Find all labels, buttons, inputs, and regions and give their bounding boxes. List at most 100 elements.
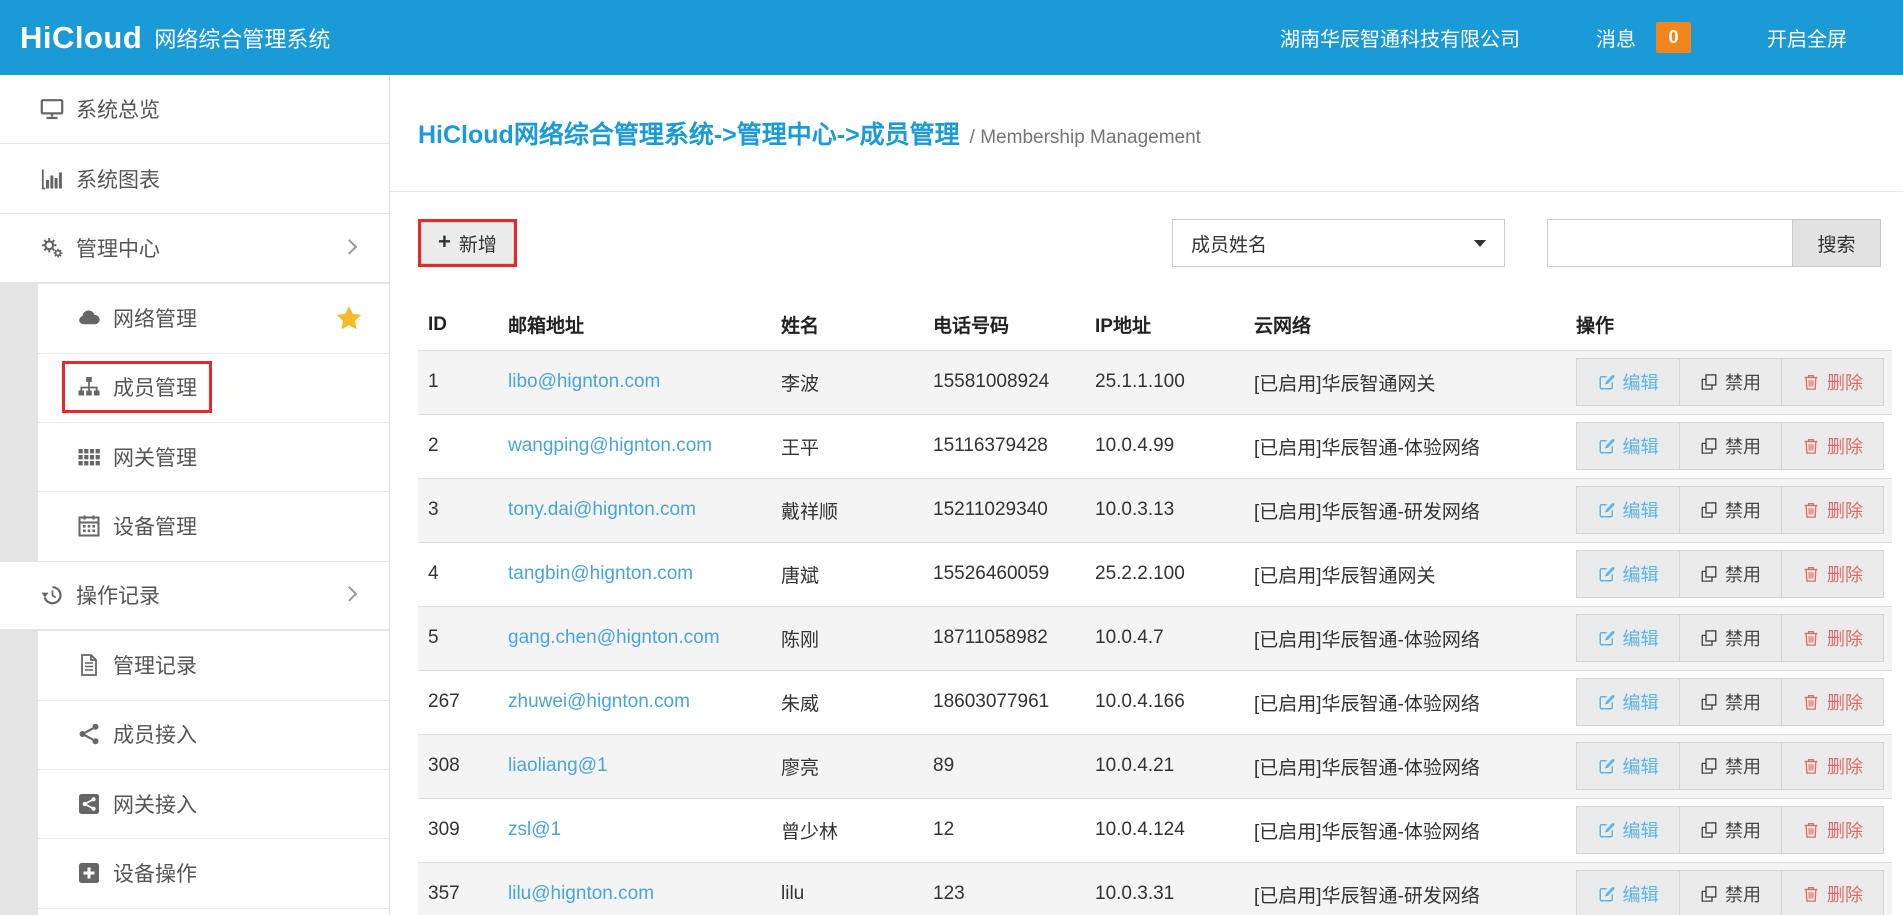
delete-button[interactable]: 删除 [1781, 807, 1883, 853]
search-input[interactable] [1547, 219, 1793, 267]
email-link[interactable]: zsl@1 [508, 819, 561, 840]
disable-button[interactable]: 禁用 [1679, 871, 1781, 915]
disable-button-label: 禁用 [1725, 369, 1761, 395]
disable-button-label: 禁用 [1725, 881, 1761, 907]
clone-icon [1700, 821, 1718, 839]
table-body: 1libo@hignton.com李波1558100892425.1.1.100… [418, 350, 1892, 915]
disable-button[interactable]: 禁用 [1679, 359, 1781, 405]
email-link[interactable]: zhuwei@hignton.com [508, 691, 690, 712]
sidebar-item-operation-records[interactable]: 操作记录 [0, 561, 389, 630]
user-icon [1250, 27, 1271, 48]
edit-icon [1598, 629, 1616, 647]
disable-button[interactable]: 禁用 [1679, 807, 1781, 853]
disable-button-label: 禁用 [1725, 497, 1761, 523]
cell-name: 王平 [771, 414, 923, 478]
email-link[interactable]: wangping@hignton.com [508, 435, 712, 456]
messages-menu[interactable]: 消息 0 [1566, 22, 1691, 53]
email-link[interactable]: gang.chen@hignton.com [508, 627, 720, 648]
sidebar-item-device-operations[interactable]: 设备操作 [0, 838, 389, 907]
clone-icon [1700, 629, 1718, 647]
disable-button-label: 禁用 [1725, 561, 1761, 587]
disable-button[interactable]: 禁用 [1679, 615, 1781, 661]
topbar-right: 湖南华辰智通科技有限公司 消息 0 开启全屏 [1250, 22, 1847, 53]
email-link[interactable]: lilu@hignton.com [508, 883, 654, 904]
add-button[interactable]: + 新增 [421, 222, 514, 264]
cell-phone: 15581008924 [923, 350, 1085, 414]
cell-network: [已启用]华辰智通-体验网络 [1244, 670, 1566, 734]
table-row: 2wangping@hignton.com王平1511637942810.0.4… [418, 414, 1892, 478]
edit-icon [1598, 437, 1616, 455]
chart-icon [40, 167, 64, 191]
sidebar-item-system-charts[interactable]: 系统图表 [0, 144, 389, 213]
disable-button[interactable]: 禁用 [1679, 743, 1781, 789]
clone-icon [1700, 885, 1718, 903]
edit-button[interactable]: 编辑 [1577, 487, 1679, 533]
delete-button[interactable]: 删除 [1781, 871, 1883, 915]
delete-button[interactable]: 删除 [1781, 487, 1883, 533]
delete-button[interactable]: 删除 [1781, 743, 1883, 789]
cell-id: 4 [418, 542, 498, 606]
edit-button[interactable]: 编辑 [1577, 743, 1679, 789]
cell-network: [已启用]华辰智通-体验网络 [1244, 414, 1566, 478]
edit-button[interactable]: 编辑 [1577, 807, 1679, 853]
cell-id: 357 [418, 862, 498, 915]
sidebar-item-device-management[interactable]: 设备管理 [0, 491, 389, 560]
cell-name: 曾少林 [771, 798, 923, 862]
email-link[interactable]: tony.dai@hignton.com [508, 499, 696, 520]
filter-select[interactable]: 成员姓名 [1172, 219, 1505, 267]
fullscreen-icon [1737, 27, 1758, 48]
cell-ip: 10.0.4.7 [1085, 606, 1244, 670]
sidebar-item-gateway-access[interactable]: 网关接入 [0, 769, 389, 838]
sidebar-item-gateway-management[interactable]: 网关管理 [0, 422, 389, 491]
delete-button[interactable]: 删除 [1781, 679, 1883, 725]
sidebar-item-system-overview[interactable]: 系统总览 [0, 75, 389, 144]
edit-button[interactable]: 编辑 [1577, 423, 1679, 469]
sidebar-item-inner: 设备操作 [62, 847, 212, 899]
fullscreen-toggle[interactable]: 开启全屏 [1737, 23, 1847, 52]
row-action-group: 编辑禁用删除 [1576, 806, 1884, 854]
delete-button[interactable]: 删除 [1781, 423, 1883, 469]
disable-button[interactable]: 禁用 [1679, 487, 1781, 533]
disable-button[interactable]: 禁用 [1679, 679, 1781, 725]
sidebar-item-member-management[interactable]: 成员管理 [0, 353, 389, 422]
edit-button-label: 编辑 [1623, 881, 1659, 907]
email-link[interactable]: tangbin@hignton.com [508, 563, 693, 584]
delete-button-label: 删除 [1827, 561, 1863, 587]
grid-icon [77, 445, 101, 469]
email-link[interactable]: liaoliang@1 [508, 755, 608, 776]
cell-actions: 编辑禁用删除 [1566, 798, 1892, 862]
cell-phone: 15116379428 [923, 414, 1085, 478]
edit-button[interactable]: 编辑 [1577, 551, 1679, 597]
edit-button[interactable]: 编辑 [1577, 359, 1679, 405]
sidebar-item-label: 设备操作 [113, 858, 197, 888]
delete-button[interactable]: 删除 [1781, 615, 1883, 661]
table-row: 5gang.chen@hignton.com陈刚1871105898210.0.… [418, 606, 1892, 670]
disable-button[interactable]: 禁用 [1679, 423, 1781, 469]
message-count-badge: 0 [1656, 22, 1691, 53]
delete-button[interactable]: 删除 [1781, 359, 1883, 405]
edit-button[interactable]: 编辑 [1577, 871, 1679, 915]
caret-down-icon [1474, 240, 1486, 247]
sidebar-item-member-access[interactable]: 成员接入 [0, 700, 389, 769]
cell-id: 1 [418, 350, 498, 414]
sidebar-item-label: 网络管理 [113, 303, 197, 333]
sidebar-item-management-center[interactable]: 管理中心 [0, 214, 389, 283]
edit-button[interactable]: 编辑 [1577, 615, 1679, 661]
sidebar-item-network-management[interactable]: 网络管理 [0, 283, 389, 352]
delete-button[interactable]: 删除 [1781, 551, 1883, 597]
sidebar-item-inner: 设备管理 [62, 500, 212, 552]
sitemap-icon [77, 375, 101, 399]
disable-button[interactable]: 禁用 [1679, 551, 1781, 597]
search-button[interactable]: 搜索 [1793, 219, 1881, 267]
company-menu[interactable]: 湖南华辰智通科技有限公司 [1250, 23, 1520, 52]
members-table-wrap: ID邮箱地址姓名电话号码IP地址云网络操作 1libo@hignton.com李… [418, 300, 1892, 915]
add-button-label: 新增 [459, 230, 497, 257]
cell-network: [已启用]华辰智通-体验网络 [1244, 798, 1566, 862]
envelope-icon [1566, 27, 1587, 48]
row-action-group: 编辑 禁用删除 [1576, 870, 1884, 915]
sidebar-item-label: 成员接入 [113, 719, 197, 749]
edit-button[interactable]: 编辑 [1577, 679, 1679, 725]
sidebar-item-management-records[interactable]: 管理记录 [0, 630, 389, 699]
email-link[interactable]: libo@hignton.com [508, 371, 660, 392]
chevron-right-icon [342, 239, 358, 255]
